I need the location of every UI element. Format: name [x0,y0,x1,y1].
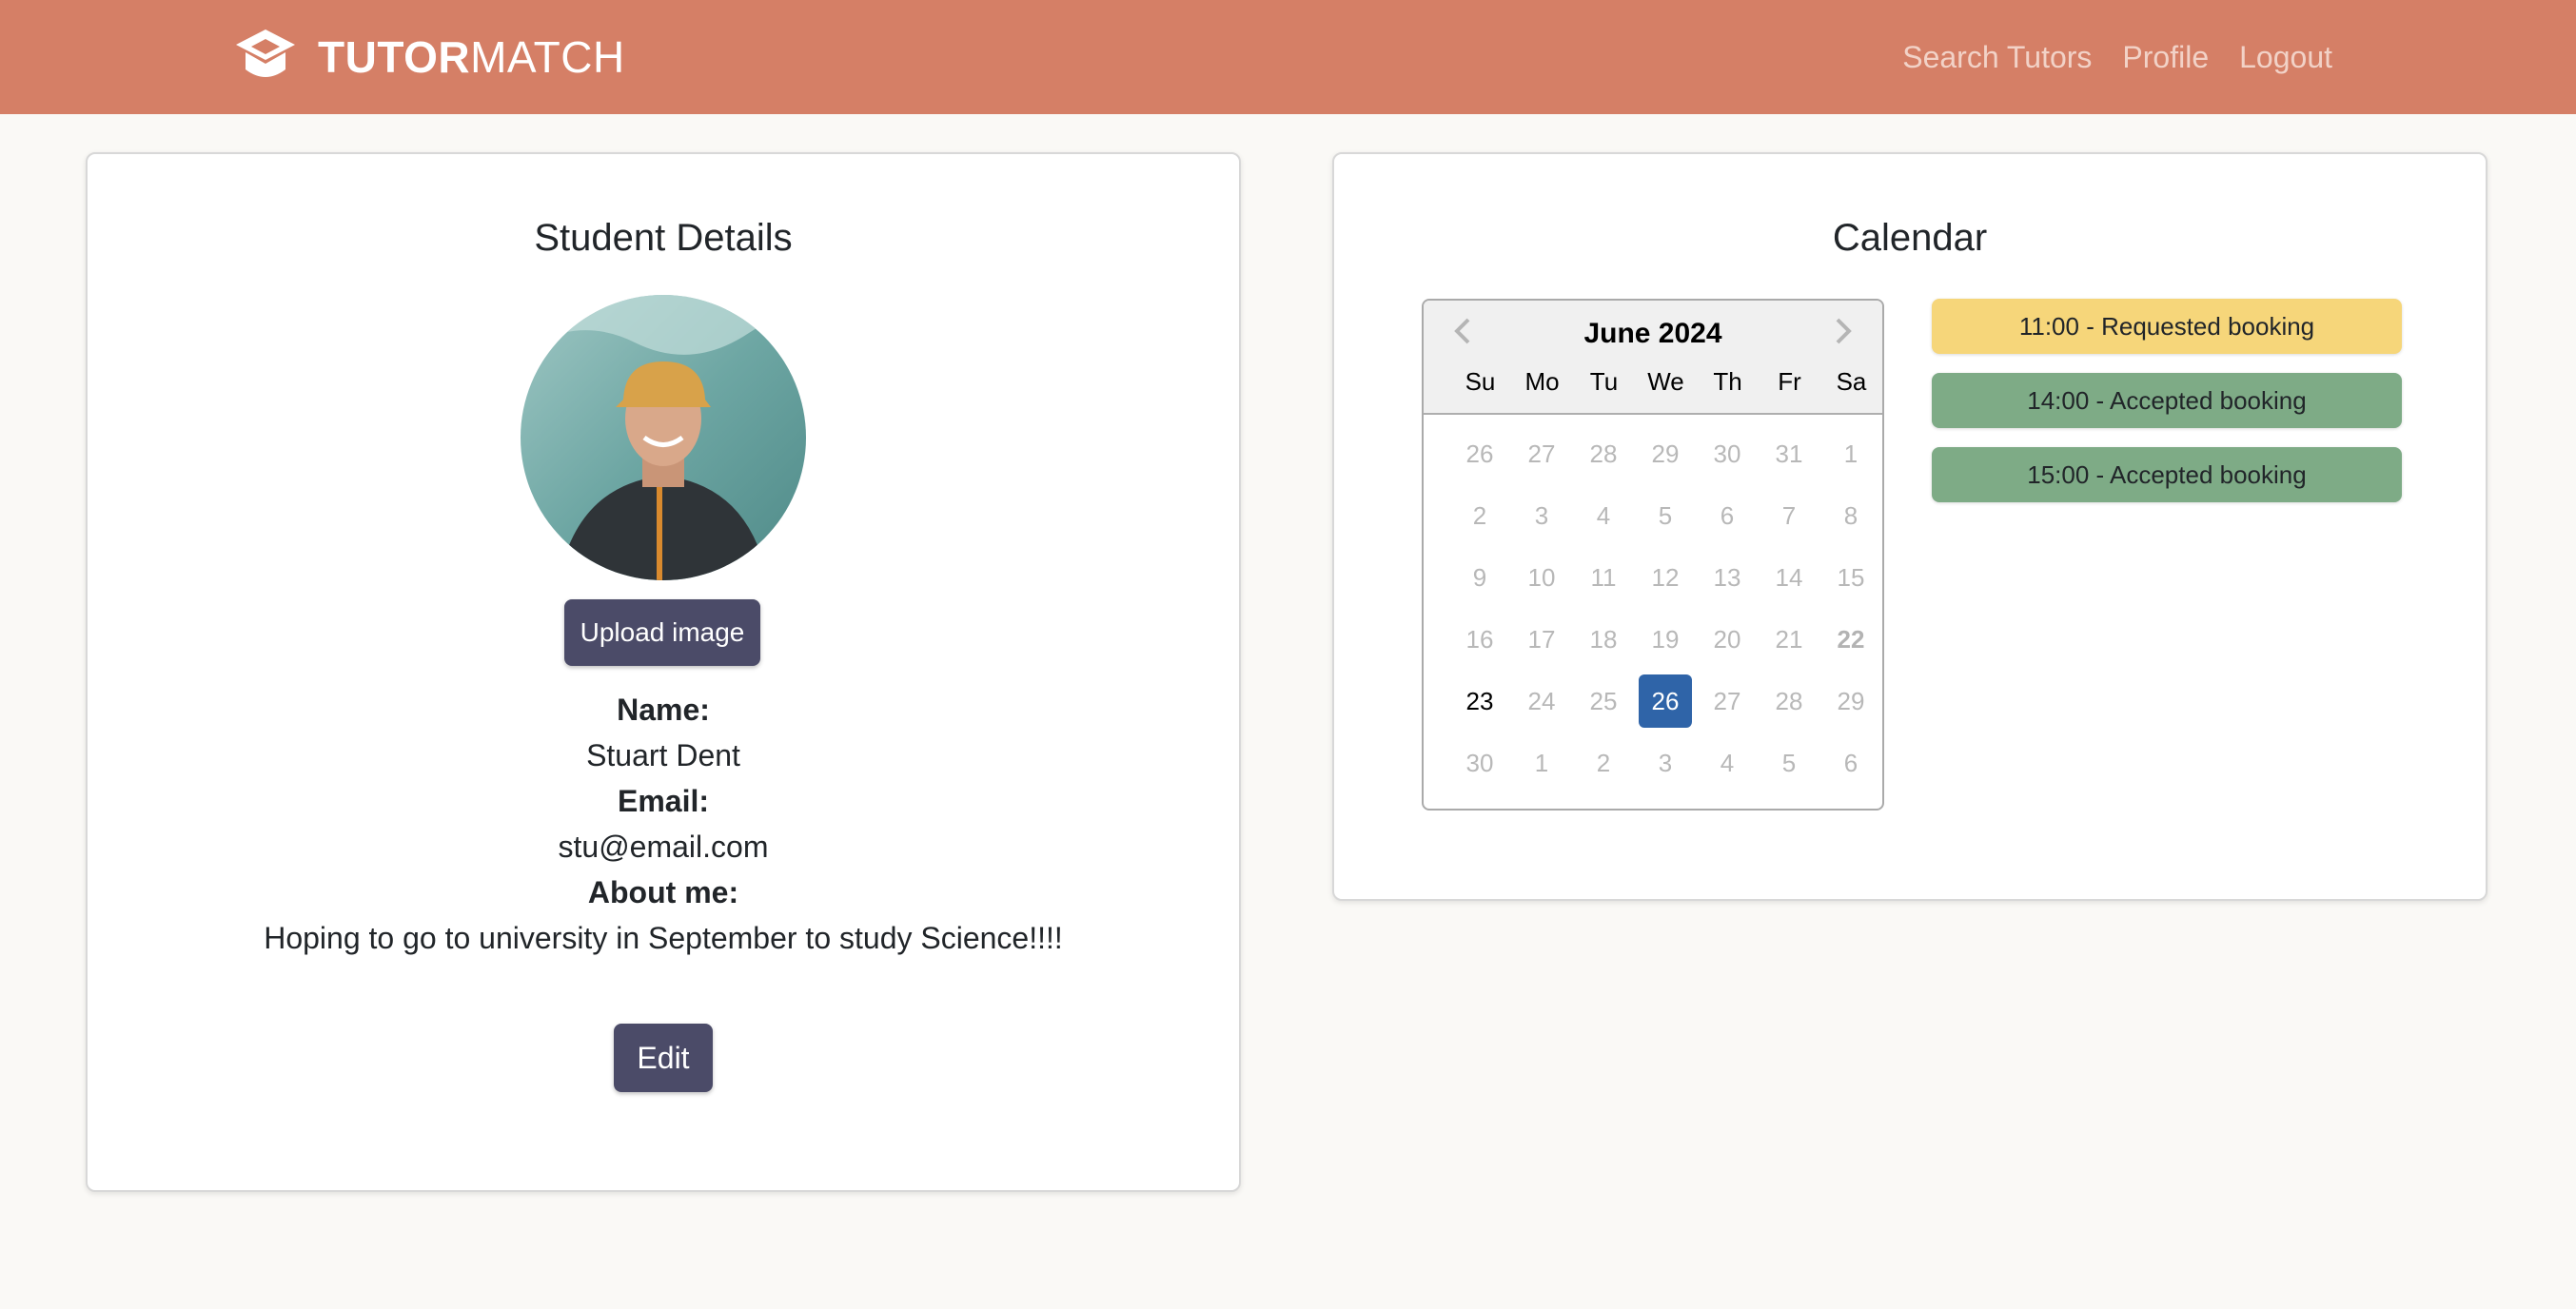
calendar-day[interactable]: 2 [1577,736,1630,790]
calendar-day[interactable]: 17 [1515,613,1568,666]
weekday-header: Mo [1524,367,1560,396]
calendar-day[interactable]: 1 [1515,736,1568,790]
nav-logout[interactable]: Logout [2239,34,2332,80]
calendar-day[interactable]: 30 [1701,427,1754,480]
calendar-card: Calendar June 2024 Su Mo Tu We Th Fr Sa 26 27 28… [1332,152,2488,901]
booking-item[interactable]: 11:00 - Requested booking [1932,299,2402,354]
calendar-day[interactable]: 30 [1453,736,1506,790]
calendar-day[interactable]: 23 [1453,674,1506,728]
booking-item[interactable]: 15:00 - Accepted booking [1932,447,2402,502]
email-value: stu@email.com [558,830,769,864]
top-navbar: TUTORMATCH Search Tutors Profile Logout [0,0,2576,114]
student-avatar [521,295,806,580]
calendar-day[interactable]: 31 [1762,427,1816,480]
calendar-day[interactable]: 28 [1577,427,1630,480]
name-value: Stuart Dent [586,738,740,772]
calendar-day[interactable]: 22 [1824,613,1878,666]
booking-item[interactable]: 14:00 - Accepted booking [1932,373,2402,428]
calendar-title: Calendar [1832,217,1988,259]
nav-profile[interactable]: Profile [2122,34,2209,80]
brand-name-light: MATCH [470,32,625,82]
calendar-day[interactable]: 28 [1762,674,1816,728]
calendar-day[interactable]: 21 [1762,613,1816,666]
name-label: Name: [617,693,710,727]
calendar-day[interactable]: 13 [1701,551,1754,604]
brand-name-bold: TUTOR [318,32,471,82]
calendar-day[interactable]: 8 [1824,489,1878,542]
date-picker-header: June 2024 Su Mo Tu We Th Fr Sa [1424,301,1882,415]
date-picker: June 2024 Su Mo Tu We Th Fr Sa 26 27 28 29 30 31 1 2 3… [1422,299,1884,811]
brand-name: TUTORMATCH [318,35,625,79]
calendar-day[interactable]: 5 [1639,489,1692,542]
calendar-day[interactable]: 6 [1824,736,1878,790]
calendar-day[interactable]: 16 [1453,613,1506,666]
calendar-day[interactable]: 27 [1701,674,1754,728]
graduation-cap-icon [236,29,295,77]
about-label: About me: [587,875,739,909]
calendar-day[interactable]: 27 [1515,427,1568,480]
calendar-day[interactable]: 10 [1515,551,1568,604]
calendar-day[interactable]: 3 [1639,736,1692,790]
calendar-day[interactable]: 20 [1701,613,1754,666]
email-label: Email: [617,784,710,818]
calendar-day[interactable]: 6 [1701,489,1754,542]
weekday-header: Fr [1778,367,1801,396]
calendar-day[interactable]: 4 [1577,489,1630,542]
calendar-day[interactable]: 2 [1453,489,1506,542]
calendar-day[interactable]: 26 [1639,674,1692,728]
brand-logo[interactable]: TUTORMATCH [234,27,625,88]
chevron-right-icon[interactable] [1823,312,1861,350]
calendar-day[interactable]: 15 [1824,551,1878,604]
calendar-day[interactable]: 14 [1762,551,1816,604]
calendar-day[interactable]: 29 [1639,427,1692,480]
weekday-header: We [1647,367,1684,396]
calendar-day[interactable]: 26 [1453,427,1506,480]
weekday-header: Th [1713,367,1742,396]
calendar-day[interactable]: 29 [1824,674,1878,728]
calendar-day[interactable]: 7 [1762,489,1816,542]
calendar-day[interactable]: 12 [1639,551,1692,604]
calendar-day[interactable]: 18 [1577,613,1630,666]
calendar-day[interactable]: 4 [1701,736,1754,790]
weekday-header: Sa [1836,367,1867,396]
nav-search-tutors[interactable]: Search Tutors [1902,34,2092,80]
weekday-header: Su [1465,367,1496,396]
weekday-header: Tu [1589,367,1619,396]
nav-links: Search Tutors Profile Logout [1902,34,2332,80]
calendar-day[interactable]: 5 [1762,736,1816,790]
about-value: Hoping to go to university in September … [264,921,1063,955]
calendar-month-label: June 2024 [1583,318,1722,349]
calendar-day[interactable]: 9 [1453,551,1506,604]
calendar-day[interactable]: 24 [1515,674,1568,728]
upload-image-button[interactable]: Upload image [564,599,760,666]
calendar-day[interactable]: 25 [1577,674,1630,728]
calendar-day[interactable]: 1 [1824,427,1878,480]
student-details-title: Student Details [534,217,793,259]
calendar-day[interactable]: 3 [1515,489,1568,542]
student-details-card: Student Details Upload image Name: Stuar… [86,152,1241,1192]
calendar-day[interactable]: 11 [1577,551,1630,604]
calendar-day[interactable]: 19 [1639,613,1692,666]
edit-button[interactable]: Edit [614,1024,713,1092]
